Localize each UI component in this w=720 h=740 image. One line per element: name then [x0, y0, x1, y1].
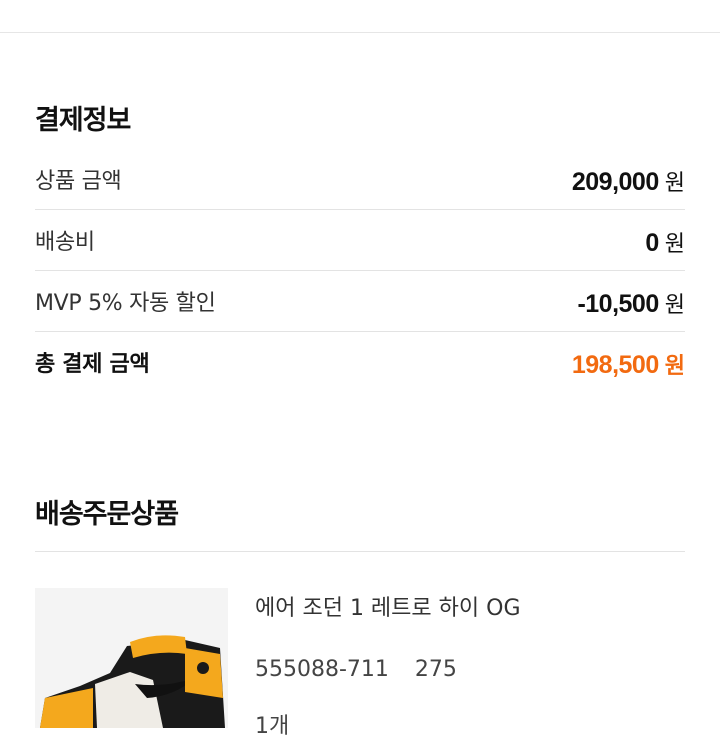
discount-value: -10,500 원 [577, 290, 685, 318]
product-name[interactable]: 에어 조던 1 레트로 하이 OG [255, 590, 521, 622]
product-amount-value: 209,000 원 [571, 168, 685, 196]
section-divider [35, 551, 685, 552]
total-amount-label: 총 결제 금액 [35, 352, 150, 377]
product-quantity: 1개 [255, 714, 290, 739]
row-divider [35, 209, 685, 210]
product-image[interactable] [35, 588, 228, 728]
shipping-fee-label: 배송비 [35, 230, 95, 255]
product-amount-label: 상품 금액 [35, 169, 122, 194]
payment-info-title: 결제정보 [35, 105, 131, 136]
sneaker-image-icon [35, 588, 228, 728]
product-code: 555088-711 [255, 657, 389, 682]
top-divider [0, 32, 720, 33]
discount-row: MVP 5% 자동 할인 -10,500 원 [35, 285, 685, 345]
total-amount-value: 198,500 원 [571, 351, 685, 379]
product-size: 275 [414, 657, 457, 682]
discount-label: MVP 5% 자동 할인 [35, 291, 216, 316]
total-amount-row: 총 결제 금액 198,500 원 [35, 346, 685, 406]
product-meta: 555088-711 275 [255, 657, 457, 682]
product-amount-row: 상품 금액 209,000 원 [35, 163, 685, 223]
shipping-fee-row: 배송비 0원 [35, 224, 685, 284]
shipping-order-title: 배송주문상품 [35, 499, 179, 530]
row-divider [35, 331, 685, 332]
row-divider [35, 270, 685, 271]
shipping-fee-value: 0원 [645, 229, 685, 257]
